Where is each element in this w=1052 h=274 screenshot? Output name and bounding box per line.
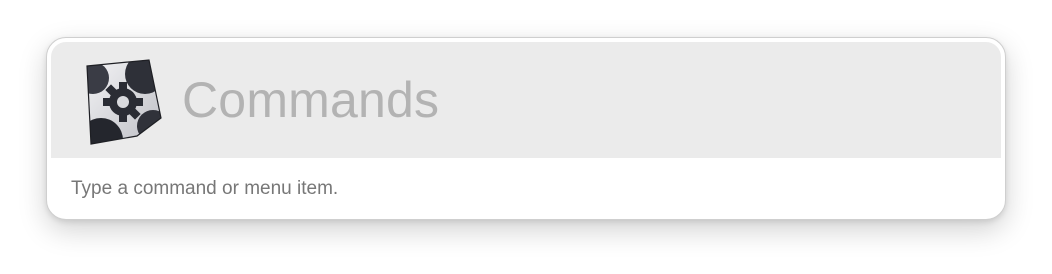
hint-text: Type a command or menu item. — [71, 178, 339, 199]
command-search-input[interactable]: Commands — [182, 72, 439, 128]
screen: Commands Type a command or menu item. — [0, 0, 1052, 274]
command-palette: Commands Type a command or menu item. — [46, 37, 1006, 220]
gears-app-icon — [79, 56, 163, 148]
palette-header: Commands — [51, 42, 1001, 158]
